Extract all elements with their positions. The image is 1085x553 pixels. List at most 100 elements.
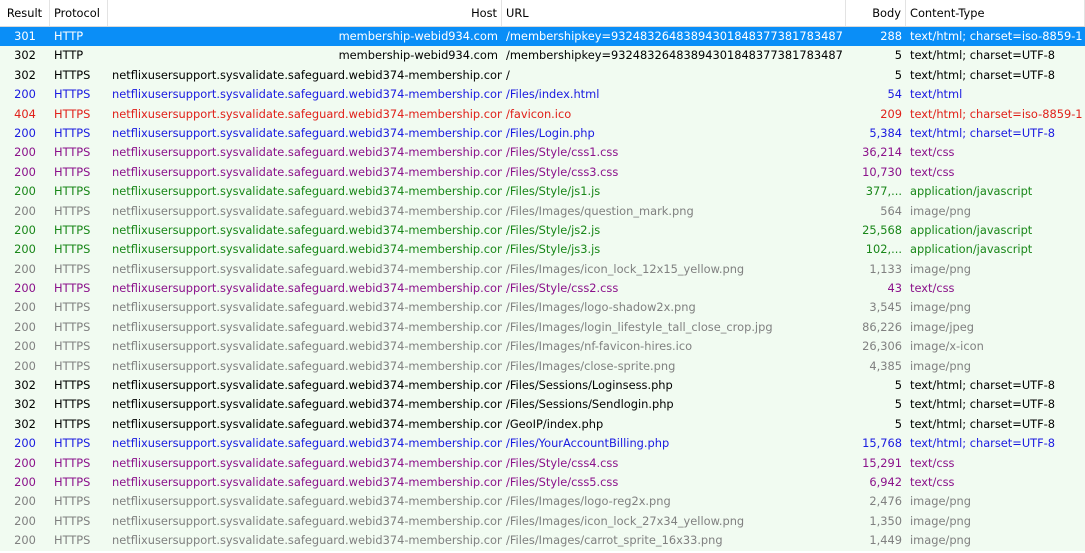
content-type-cell: text/html; charset=UTF-8 — [910, 397, 1056, 412]
body-size-cell: 377,... — [865, 184, 902, 199]
body-size-cell: 10,730 — [862, 164, 902, 179]
content-type-cell: image/png — [910, 300, 971, 315]
protocol-cell: HTTPS — [54, 494, 91, 509]
url-cell: /Files/Style/css2.css — [506, 281, 619, 296]
content-type-cell: image/png — [910, 533, 971, 548]
body-size-cell: 1,449 — [869, 533, 902, 548]
url-cell: /Files/Style/css3.css — [506, 164, 619, 179]
content-type-cell: text/html; charset=iso-8859-1 — [910, 106, 1083, 121]
session-row[interactable]: 200 HTTPS netflixusersupport.sysvalidate.s… — [0, 220, 1085, 241]
result-cell: 200 — [14, 261, 36, 276]
session-row[interactable]: 404 HTTPS netflixusersupport.sysvalidate.s… — [0, 104, 1085, 124]
content-type-cell: text/html; charset=UTF-8 — [910, 378, 1056, 393]
session-row[interactable]: 200 HTTPS netflixusersupport.sysvalidate.s… — [0, 453, 1085, 473]
host-cell: netflixusersupport.sysvalidate.safeguard… — [112, 436, 502, 451]
body-size-cell: 102,... — [865, 242, 902, 257]
host-cell: netflixusersupport.sysvalidate.safeguard… — [112, 145, 502, 160]
protocol-cell: HTTPS — [54, 145, 91, 160]
protocol-cell: HTTPS — [54, 261, 91, 276]
content-type-cell: text/html; charset=iso-8859-1 — [910, 29, 1083, 43]
host-cell: netflixusersupport.sysvalidate.safeguard… — [112, 184, 502, 199]
url-cell: /Files/Images/icon_lock_12x15_yellow.png — [506, 261, 745, 276]
result-cell: 404 — [14, 106, 36, 121]
column-header-content-type[interactable]: Content-Type — [906, 0, 1085, 26]
session-row[interactable]: 200 HTTPS netflixusersupport.sysvalidate.s… — [0, 240, 1085, 260]
url-cell: /Files/Images/nf-favicon-hires.ico — [506, 339, 693, 354]
body-size-cell: 288 — [880, 29, 902, 43]
column-header-host[interactable]: Host — [108, 0, 502, 26]
session-row[interactable]: 200 HTTPS netflixusersupport.sysvalidate.s… — [0, 492, 1085, 512]
url-cell: / — [506, 67, 510, 82]
url-cell: /GeoIP/index.php — [506, 416, 604, 431]
column-header-row: Result Protocol Host URL Body Content-Ty… — [0, 0, 1085, 27]
url-cell: /membershipkey=9324832648389430184837738… — [506, 48, 846, 63]
host-cell: netflixusersupport.sysvalidate.safeguard… — [112, 455, 502, 470]
protocol-cell: HTTPS — [54, 319, 91, 334]
body-size-cell: 5 — [894, 378, 902, 393]
session-row[interactable]: 200 HTTPS netflixusersupport.sysvalidate.s… — [0, 162, 1085, 183]
host-cell: netflixusersupport.sysvalidate.safeguard… — [112, 397, 502, 412]
content-type-cell: text/html; charset=UTF-8 — [910, 416, 1056, 431]
session-row[interactable]: 302 HTTPS netflixusersupport.sysvalidate.s… — [0, 376, 1085, 396]
body-size-cell: 5 — [894, 48, 902, 63]
body-size-cell: 15,291 — [862, 455, 902, 470]
session-row[interactable]: 200 HTTPS netflixusersupport.sysvalidate.s… — [0, 337, 1085, 357]
protocol-cell: HTTPS — [54, 339, 91, 354]
column-header-url[interactable]: URL — [502, 0, 846, 26]
result-cell: 200 — [14, 145, 36, 160]
body-size-cell: 1,350 — [869, 513, 902, 528]
session-row[interactable]: 200 HTTPS netflixusersupport.sysvalidate.s… — [0, 317, 1085, 338]
host-cell: netflixusersupport.sysvalidate.safeguard… — [112, 378, 502, 393]
session-row[interactable]: 302 HTTPS netflixusersupport.sysvalidate.s… — [0, 414, 1085, 435]
session-row[interactable]: 200 HTTPS netflixusersupport.sysvalidate.s… — [0, 259, 1085, 280]
content-type-cell: application/javascript — [910, 242, 1033, 257]
protocol-cell: HTTPS — [54, 87, 91, 102]
url-cell: /Files/Images/logo-reg2x.png — [506, 494, 671, 509]
session-row[interactable]: 200 HTTPS netflixusersupport.sysvalidate.s… — [0, 356, 1085, 377]
column-header-protocol[interactable]: Protocol — [50, 0, 108, 26]
result-cell: 200 — [14, 164, 36, 179]
session-row[interactable]: 200 HTTPS netflixusersupport.sysvalidate.s… — [0, 531, 1085, 551]
column-header-body[interactable]: Body — [846, 0, 906, 26]
result-cell: 301 — [14, 29, 36, 43]
url-cell: /Files/Sessions/Loginsess.php — [506, 378, 673, 393]
session-row[interactable]: 302 HTTPS netflixusersupport.sysvalidate.s… — [0, 65, 1085, 86]
host-cell: netflixusersupport.sysvalidate.safeguard… — [112, 319, 502, 334]
column-header-result[interactable]: Result — [0, 0, 50, 26]
host-cell: netflixusersupport.sysvalidate.safeguard… — [112, 339, 502, 354]
session-row[interactable]: 200 HTTPS netflixusersupport.sysvalidate.s… — [0, 85, 1085, 105]
session-row[interactable]: 200 HTTPS netflixusersupport.sysvalidate.s… — [0, 279, 1085, 299]
url-cell: /Files/Images/icon_lock_27x34_yellow.png — [506, 513, 745, 528]
session-row[interactable]: 200 HTTPS netflixusersupport.sysvalidate.s… — [0, 434, 1085, 454]
protocol-cell: HTTPS — [54, 164, 91, 179]
host-cell: netflixusersupport.sysvalidate.safeguard… — [112, 281, 502, 296]
session-row[interactable]: 200 HTTPS netflixusersupport.sysvalidate.s… — [0, 182, 1085, 202]
url-cell: /Files/Style/css1.css — [506, 145, 619, 160]
content-type-cell: application/javascript — [910, 222, 1033, 237]
session-row[interactable]: 200 HTTPS netflixusersupport.sysvalidate.s… — [0, 472, 1085, 493]
body-size-cell: 36,214 — [862, 145, 902, 160]
session-row[interactable]: 302 HTTP membership-webid934.com/membershi… — [0, 46, 1085, 66]
session-row[interactable]: 301 HTTP membership-webid934.com/membershi… — [0, 27, 1085, 47]
session-row[interactable]: 200 HTTPS netflixusersupport.sysvalidate.s… — [0, 298, 1085, 318]
body-size-cell: 564 — [880, 203, 902, 218]
result-cell: 200 — [14, 533, 36, 548]
content-type-cell: image/x-icon — [910, 339, 984, 354]
host-cell: netflixusersupport.sysvalidate.safeguard… — [112, 261, 502, 276]
session-row[interactable]: 200 HTTPS netflixusersupport.sysvalidate.s… — [0, 143, 1085, 163]
host-cell: membership-webid934.com — [338, 48, 498, 63]
session-row[interactable]: 200 HTTPS netflixusersupport.sysvalidate.s… — [0, 511, 1085, 532]
session-row[interactable]: 302 HTTPS netflixusersupport.sysvalidate.s… — [0, 395, 1085, 415]
host-cell: netflixusersupport.sysvalidate.safeguard… — [112, 416, 502, 431]
protocol-cell: HTTPS — [54, 436, 91, 451]
protocol-cell: HTTPS — [54, 378, 91, 393]
url-cell: /Files/Style/js2.js — [506, 222, 601, 237]
protocol-cell: HTTPS — [54, 67, 91, 82]
body-size-cell: 209 — [880, 106, 902, 121]
session-row[interactable]: 200 HTTPS netflixusersupport.sysvalidate.s… — [0, 201, 1085, 221]
body-size-cell: 5 — [894, 67, 902, 82]
session-row[interactable]: 200 HTTPS netflixusersupport.sysvalidate.s… — [0, 123, 1085, 144]
url-cell: /Files/Style/css4.css — [506, 455, 619, 470]
content-type-cell: text/css — [910, 145, 955, 160]
url-cell: /Files/Style/js1.js — [506, 184, 601, 199]
